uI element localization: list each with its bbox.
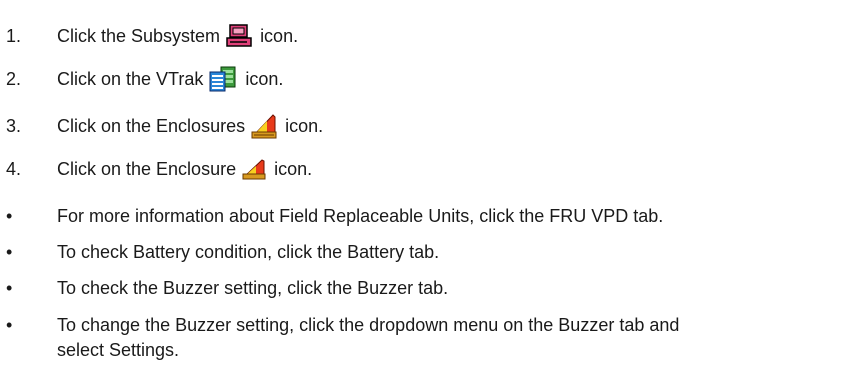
step-text-end: icon. bbox=[285, 115, 324, 136]
vtrak-icon bbox=[209, 66, 237, 92]
step-number: 3. bbox=[6, 115, 22, 136]
enclosure-icon bbox=[242, 158, 266, 180]
subsystem-icon bbox=[226, 24, 252, 48]
instructions-document: 1. Click the Subsystem icon. 2. Click on… bbox=[0, 0, 861, 390]
bullet-text: For more information about Field Replace… bbox=[57, 206, 664, 226]
step-text-end: icon. bbox=[245, 68, 284, 89]
bullet-text: To check the Buzzer setting, click the B… bbox=[57, 278, 449, 298]
step-number: 4. bbox=[6, 158, 22, 179]
bullet-text: To check Battery condition, click the Ba… bbox=[57, 242, 440, 262]
step-text-end: icon. bbox=[260, 25, 299, 46]
step-text: Click on the Enclosure bbox=[57, 158, 237, 179]
bullet-marker: • bbox=[6, 315, 13, 335]
enclosures-icon bbox=[251, 113, 277, 139]
step-text-end: icon. bbox=[274, 158, 313, 179]
bullet-marker: • bbox=[6, 278, 13, 298]
step-text: Click on the VTrak bbox=[57, 68, 204, 89]
bullet-marker: • bbox=[6, 242, 13, 262]
step-text: Click on the Enclosures bbox=[57, 115, 246, 136]
bullet-marker: • bbox=[6, 206, 13, 226]
step-number: 1. bbox=[6, 25, 22, 46]
bullet-text: To change the Buzzer setting, click the … bbox=[57, 315, 680, 360]
step-text: Click the Subsystem bbox=[57, 25, 221, 46]
step-number: 2. bbox=[6, 68, 22, 89]
